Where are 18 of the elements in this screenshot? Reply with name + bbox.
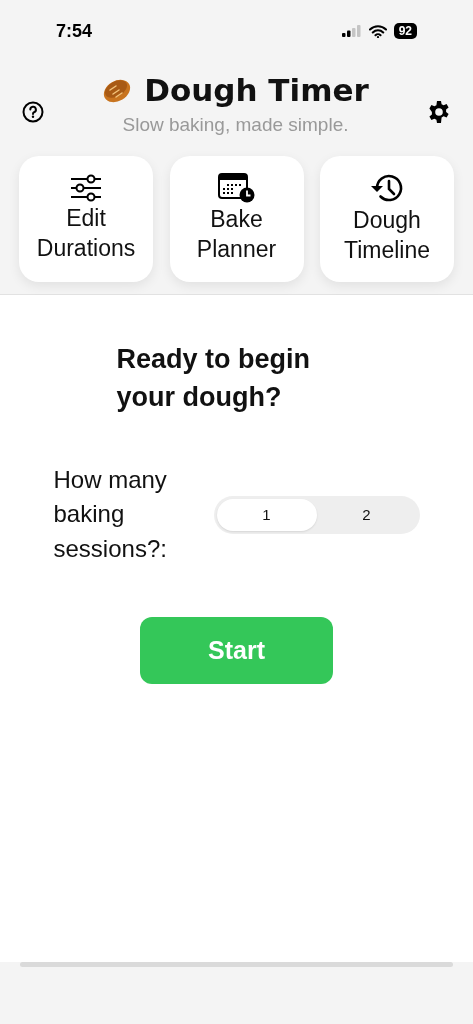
heading: Ready to begin your dough?: [116, 343, 312, 414]
shortcut-button[interactable]: Edit Durations: [19, 156, 153, 282]
battery-level: 92: [393, 23, 417, 39]
settings-icon[interactable]: [427, 100, 451, 124]
session-option[interactable]: 1: [216, 498, 317, 531]
calendar-clock-icon: [217, 173, 256, 204]
shortcut-button[interactable]: Dough Timeline: [320, 156, 454, 282]
sliders-icon: [69, 174, 103, 203]
wifi-icon: [368, 24, 387, 38]
bread-icon: [102, 77, 133, 103]
status-time: 7:54: [56, 20, 93, 42]
app-title: Dough Timer: [144, 72, 369, 108]
help-icon[interactable]: [22, 101, 44, 123]
app-subtitle: Slow baking, made simple.: [122, 114, 349, 136]
sessions-label: How many baking sessions?:: [53, 464, 168, 565]
signal-icon: [341, 25, 362, 37]
shortcut-button[interactable]: Bake Planner: [169, 156, 304, 282]
session-option[interactable]: 2: [316, 498, 417, 531]
